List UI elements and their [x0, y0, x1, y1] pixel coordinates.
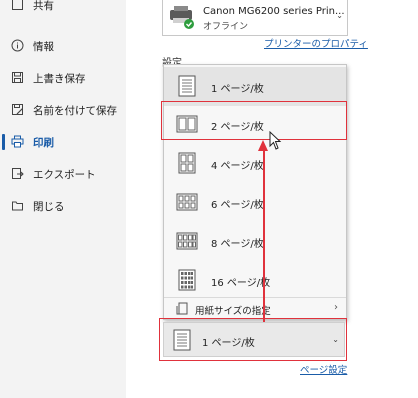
- export-icon: [12, 168, 24, 179]
- chevron-right-icon: ›: [334, 302, 338, 313]
- info-icon: [11, 39, 24, 52]
- chevron-down-icon: ⌄: [336, 11, 343, 20]
- page-setup-link[interactable]: ページ設定: [300, 362, 347, 376]
- mouse-cursor-icon: [269, 131, 282, 150]
- sidebar-item-label: 閉じる: [33, 201, 65, 213]
- sidebar-item-close[interactable]: 閉じる: [0, 191, 126, 219]
- menu-item-label: 16 ページ/枚: [211, 278, 271, 289]
- menu-item-4-pages[interactable]: 4 ページ/枚: [164, 144, 346, 183]
- four-pages-icon: [178, 152, 196, 174]
- save-icon: [12, 72, 23, 83]
- menu-item-label: 用紙サイズの指定: [195, 306, 271, 317]
- printer-properties-link[interactable]: プリンターのプロパティ: [264, 36, 368, 50]
- sidebar-item-label: 印刷: [33, 137, 54, 149]
- menu-item-label: 4 ページ/枚: [211, 161, 264, 172]
- sidebar-item-export[interactable]: エクスポート: [0, 159, 126, 187]
- menu-item-8-pages[interactable]: 8 ページ/枚: [164, 222, 346, 261]
- sidebar-item-label: 情報: [33, 41, 54, 53]
- sidebar-item-share[interactable]: 共有: [0, 0, 126, 18]
- folder-icon: [12, 201, 23, 211]
- print-icon: [11, 135, 24, 148]
- sidebar-item-save[interactable]: 上書き保存: [0, 63, 126, 91]
- save-as-icon: [12, 104, 23, 115]
- backstage-sidebar: 共有 情報 上書き保存 名前を付けて保存 印刷 エクスポート 閉じる: [0, 0, 126, 398]
- menu-item-16-pages[interactable]: 16 ページ/枚: [164, 261, 346, 300]
- menu-item-label: 8 ページ/枚: [211, 239, 264, 250]
- printer-select[interactable]: Canon MG6200 series Prin... オフライン ⌄: [162, 0, 348, 36]
- menu-divider: [164, 297, 346, 298]
- menu-item-paper-size[interactable]: 用紙サイズの指定 ›: [164, 300, 346, 318]
- active-indicator: [2, 134, 5, 150]
- printer-icon: [170, 6, 194, 29]
- sidebar-item-print[interactable]: 印刷: [0, 127, 126, 155]
- sixteen-pages-icon: [178, 269, 196, 291]
- sidebar-item-info[interactable]: 情報: [0, 31, 126, 59]
- menu-item-6-pages[interactable]: 6 ページ/枚: [164, 183, 346, 222]
- printer-status: オフライン: [203, 22, 249, 32]
- sidebar-item-label: 名前を付けて保存: [33, 105, 117, 117]
- paper-size-icon: [176, 302, 188, 315]
- six-pages-icon: [176, 193, 198, 211]
- menu-item-label: 1 ページ/枚: [211, 84, 264, 95]
- eight-pages-icon: [176, 232, 198, 250]
- sidebar-item-label: 共有: [33, 0, 54, 12]
- annotation-highlight-box: [161, 101, 347, 140]
- sidebar-item-save-as[interactable]: 名前を付けて保存: [0, 95, 126, 123]
- one-page-icon: [178, 75, 196, 97]
- sidebar-item-label: エクスポート: [33, 169, 96, 181]
- share-icon: [12, 0, 23, 10]
- menu-item-label: 6 ページ/枚: [211, 200, 264, 211]
- annotation-arrow-head: [258, 140, 268, 151]
- printer-name: Canon MG6200 series Prin...: [203, 6, 345, 17]
- annotation-highlight-box: [159, 318, 347, 361]
- annotation-arrow-line: [263, 151, 265, 322]
- sidebar-item-label: 上書き保存: [33, 73, 86, 85]
